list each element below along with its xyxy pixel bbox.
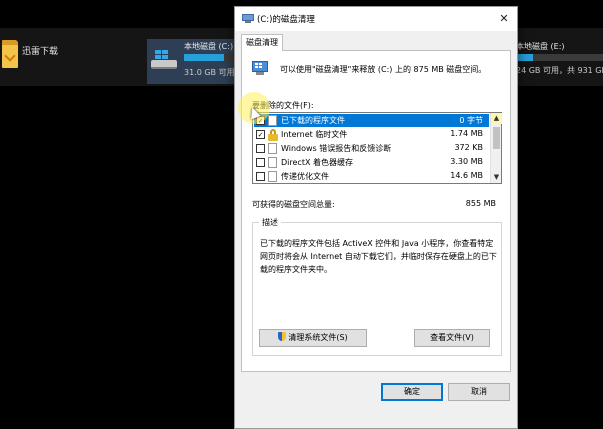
computer-icon [252,61,268,77]
lock-icon [268,129,278,141]
list-item[interactable]: Windows 错误报告和反馈诊断 372 KB [254,142,489,155]
file-icon [268,143,277,154]
scroll-down-icon[interactable]: ▼ [491,172,502,183]
folder-icon[interactable] [2,40,18,68]
file-size: 372 KB [454,143,483,152]
checkbox[interactable] [256,158,265,167]
scroll-up-icon[interactable]: ▲ [491,113,502,124]
clean-system-files-label: 清理系统文件(S) [288,333,348,342]
checkbox[interactable]: ✓ [256,130,265,139]
file-size: 3.30 MB [450,157,483,166]
file-size: 1.74 MB [450,129,483,138]
drive-e-usage-bar [516,54,603,61]
view-files-button[interactable]: 查看文件(V) [414,329,490,347]
file-name: 传递优化文件 [281,172,329,181]
clean-system-files-button[interactable]: 清理系统文件(S) [259,329,367,347]
cancel-button[interactable]: 取消 [448,383,510,401]
checkbox[interactable] [256,172,265,181]
hard-drive-icon [151,50,179,70]
info-text: 可以使用"磁盘清理"来释放 (C:) 上的 875 MB 磁盘空间。 [280,65,487,74]
files-listbox[interactable]: ✓ 已下载的程序文件 0 字节 ✓ Internet 临时文件 1.74 MB … [252,112,502,184]
checkbox[interactable] [256,144,265,153]
list-item[interactable]: ✓ Internet 临时文件 1.74 MB [254,128,489,141]
file-name: Windows 错误报告和反馈诊断 [281,144,392,153]
list-item[interactable]: ✓ 已下载的程序文件 0 字节 [254,114,489,127]
drive-e-name[interactable]: 本地磁盘 (E:) [516,41,565,52]
file-name: 已下载的程序文件 [281,116,345,125]
file-size: 14.6 MB [450,171,483,180]
disk-cleanup-icon [242,14,254,24]
tab-disk-cleanup[interactable]: 磁盘清理 [241,34,283,51]
file-name: DirectX 着色器缓存 [281,158,353,167]
list-item[interactable]: DirectX 着色器缓存 3.30 MB [254,156,489,169]
disk-cleanup-dialog: (C:)的磁盘清理 ✕ 磁盘清理 可以使用"磁盘清理"来释放 (C:) 上的 8… [234,6,518,429]
drive-c-name: 本地磁盘 (C:) [184,42,234,51]
description-title: 描述 [259,217,281,228]
total-space-label: 可获得的磁盘空间总量: [252,200,335,209]
list-scrollbar[interactable]: ▲ ▼ [490,113,502,183]
file-size: 0 字节 [459,116,483,125]
folder-label[interactable]: 迅雷下载 [22,44,58,57]
file-icon [268,171,277,182]
file-icon [268,115,277,126]
close-button[interactable]: ✕ [493,9,515,29]
drive-e-size: 24 GB 可用，共 931 GB [516,66,603,75]
drive-c-usage-bar [184,54,235,61]
file-name: Internet 临时文件 [281,130,348,139]
ok-button[interactable]: 确定 [381,383,443,401]
dialog-titlebar[interactable]: (C:)的磁盘清理 ✕ [235,7,517,31]
uac-shield-icon [278,332,287,341]
list-item[interactable]: 传递优化文件 14.6 MB [254,170,489,183]
total-space-value: 855 MB [465,199,496,208]
scroll-thumb[interactable] [493,127,500,149]
file-icon [268,157,277,168]
dialog-title: (C:)的磁盘清理 [257,15,315,25]
description-text: 已下载的程序文件包括 ActiveX 控件和 Java 小程序，你查看特定网页时… [260,239,497,274]
cleanup-panel: 可以使用"磁盘清理"来释放 (C:) 上的 875 MB 磁盘空间。 要删除的文… [241,50,511,372]
